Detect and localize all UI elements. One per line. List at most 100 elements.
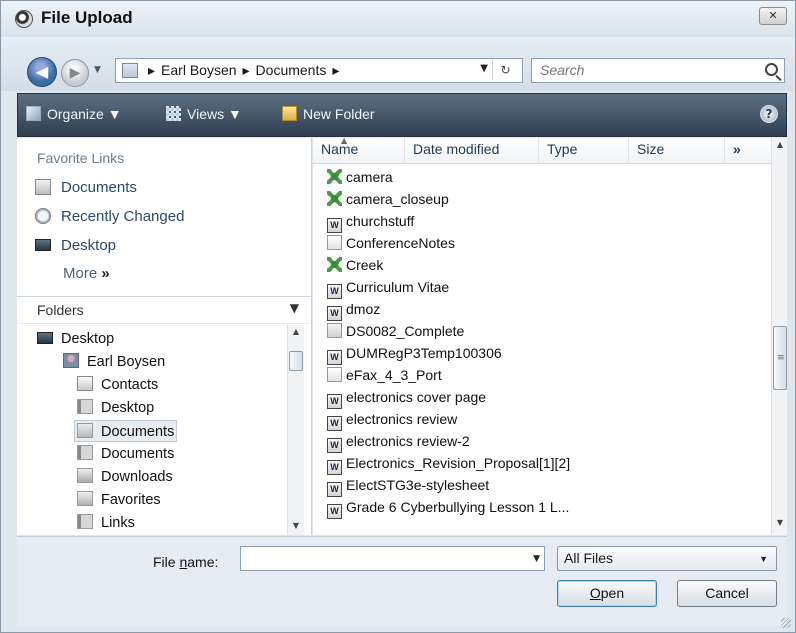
file-name-dropdown-icon[interactable]: ▼ <box>533 554 540 564</box>
search-input[interactable]: Search <box>540 62 584 78</box>
tree-item-earl-boysen[interactable]: Earl Boysen <box>63 351 165 373</box>
file-name-field[interactable]: ▼ <box>240 546 545 571</box>
column-header-type[interactable]: Type <box>539 138 629 164</box>
close-button[interactable]: ✕ <box>759 7 787 25</box>
file-name: camera <box>346 169 393 185</box>
file-name: DUMRegP3Temp100306 <box>346 345 502 361</box>
favorite-link-desktop[interactable]: Desktop <box>35 237 116 254</box>
title-bar: File Upload ✕ <box>1 1 795 37</box>
search-icon[interactable] <box>765 63 778 76</box>
file-item-conferencenotes[interactable]: ConferenceNotes <box>327 232 455 254</box>
search-box[interactable]: Search <box>531 58 785 83</box>
scroll-up-icon[interactable]: ▲ <box>772 140 788 149</box>
file-name-label-prefix: File <box>153 554 180 570</box>
documents-folder-icon <box>77 423 93 438</box>
file-item-churchstuff[interactable]: Wchurchstuff <box>327 210 415 233</box>
forward-button[interactable]: ▶ <box>61 59 89 87</box>
word-document-icon: W <box>327 394 342 409</box>
image-icon <box>327 257 342 272</box>
column-header-bar: ▲ Name Date modified Type Size » <box>313 136 771 164</box>
word-document-icon: W <box>327 460 342 475</box>
new-folder-icon <box>282 106 297 121</box>
file-item-curriculum-vitae[interactable]: W Curriculum Vitae <box>327 276 449 299</box>
word-document-icon: W <box>327 306 342 321</box>
file-item-grade-6-cyberbullying[interactable]: W Grade 6 Cyberbullying Lesson 1 L... <box>327 496 570 519</box>
open-button-accelerator: O <box>589 585 601 601</box>
desktop-icon <box>37 332 53 344</box>
navigation-pane: Favorite Links Documents Recently Change… <box>17 138 312 535</box>
file-item-camera-closeup[interactable]: camera_closeup <box>327 188 449 210</box>
favorite-link-recently-changed[interactable]: Recently Changed <box>35 208 184 225</box>
file-item-electronics-revision-proposal[interactable]: W Electronics_Revision_Proposal[1][2] <box>327 452 570 475</box>
views-button[interactable]: Views ▼ <box>166 106 242 122</box>
user-icon <box>63 353 79 368</box>
tree-item-label: Contacts <box>101 377 159 393</box>
tree-item-contacts[interactable]: Contacts <box>77 374 158 396</box>
folders-header[interactable]: Folders ▼ <box>17 296 311 324</box>
refresh-icon[interactable]: ↻ <box>492 61 518 80</box>
file-item-electstg3e-stylesheet[interactable]: W ElectSTG3e-stylesheet <box>327 474 490 497</box>
scroll-up-icon[interactable]: ▲ <box>288 327 304 336</box>
tree-item-documents-selected[interactable]: Documents <box>74 420 178 442</box>
scroll-down-icon[interactable]: ▼ <box>772 518 788 527</box>
scrollbar-thumb[interactable]: ≡ <box>773 326 787 390</box>
more-links-button[interactable]: More » <box>63 265 110 282</box>
file-item-dumregp3temp100306[interactable]: W DUMRegP3Temp100306 <box>327 342 502 365</box>
breadcrumb-separator-icon[interactable]: ▸ <box>148 62 155 78</box>
column-header-size[interactable]: Size <box>629 138 725 164</box>
file-item-camera[interactable]: camera <box>327 166 393 188</box>
tree-item-links[interactable]: Links <box>77 512 135 534</box>
tree-item-label: Desktop <box>61 331 115 347</box>
file-item-ds0082-complete[interactable]: DS0082_Complete <box>327 320 464 342</box>
chevron-down-icon[interactable]: ▼ <box>759 554 768 564</box>
address-bar[interactable]: ▸ Earl Boysen ▸ Documents ▸ ▼ ↻ <box>115 58 523 83</box>
tree-item-desktop[interactable]: Desktop <box>37 328 114 350</box>
file-item-electronics-cover-page[interactable]: Welectronics cover page <box>327 386 486 409</box>
file-item-creek[interactable]: Creek <box>327 254 383 276</box>
breadcrumb-separator-icon[interactable]: ▸ <box>332 62 339 78</box>
column-header-name[interactable]: Name <box>313 138 405 164</box>
back-button[interactable]: ◀ <box>27 57 57 87</box>
scroll-down-icon[interactable]: ▼ <box>288 521 304 530</box>
file-item-dmoz[interactable]: Wdmoz <box>327 298 381 321</box>
file-name: ElectSTG3e-stylesheet <box>346 477 490 493</box>
recent-pages-dropdown-icon[interactable]: ▼ <box>94 65 101 75</box>
folder-tree-scrollbar[interactable]: ▲ ▼ <box>287 325 304 535</box>
file-item-electronics-review-2[interactable]: Welectronics review-2 <box>327 430 470 453</box>
image-icon <box>327 191 342 206</box>
open-button[interactable]: Open <box>557 580 657 607</box>
favorite-link-documents[interactable]: Documents <box>35 179 137 196</box>
cancel-button[interactable]: Cancel <box>677 580 777 607</box>
file-name: churchstuff <box>346 213 415 229</box>
new-folder-button[interactable]: New Folder <box>282 106 375 122</box>
organize-button[interactable]: Organize ▼ <box>26 106 122 122</box>
file-item-electronics-review[interactable]: Welectronics review <box>327 408 457 431</box>
scrollbar-thumb[interactable] <box>289 351 303 371</box>
folders-title: Folders <box>37 302 84 318</box>
breadcrumb-earl-boysen[interactable]: Earl Boysen <box>161 62 236 78</box>
address-dropdown-icon[interactable]: ▼ <box>480 63 488 74</box>
open-button-label: pen <box>600 585 625 601</box>
file-item-efax-4-3-port[interactable]: eFax_4_3_Port <box>327 364 442 386</box>
breadcrumb-documents[interactable]: Documents <box>256 62 327 78</box>
file-name: dmoz <box>346 301 381 317</box>
desktop-icon <box>35 239 51 251</box>
more-columns-button[interactable]: » <box>725 138 771 164</box>
file-name: Creek <box>346 257 384 273</box>
resize-grip-icon[interactable] <box>781 618 791 628</box>
file-type-select[interactable]: All Files ▼ <box>557 546 777 571</box>
tree-item-documents[interactable]: Documents <box>77 443 174 465</box>
tree-item-favorites[interactable]: Favorites <box>77 489 161 511</box>
tree-item-label: Documents <box>101 446 175 462</box>
file-name: Grade 6 Cyberbullying Lesson 1 L... <box>346 499 570 515</box>
help-icon[interactable]: ? <box>760 105 778 123</box>
tree-item-downloads[interactable]: Downloads <box>77 466 173 488</box>
file-list-scrollbar[interactable]: ▲ ≡ ▼ <box>771 138 787 535</box>
tree-item-desktop-folder[interactable]: Desktop <box>77 397 154 419</box>
tree-item-label: Downloads <box>101 469 173 485</box>
chevron-down-icon[interactable]: ▼ <box>290 301 299 315</box>
breadcrumb-separator-icon[interactable]: ▸ <box>243 62 250 78</box>
breadcrumb: ▸ Earl Boysen ▸ Documents ▸ <box>148 62 345 79</box>
command-toolbar: Organize ▼ Views ▼ New Folder ? <box>17 93 787 137</box>
column-header-date-modified[interactable]: Date modified <box>405 138 539 164</box>
